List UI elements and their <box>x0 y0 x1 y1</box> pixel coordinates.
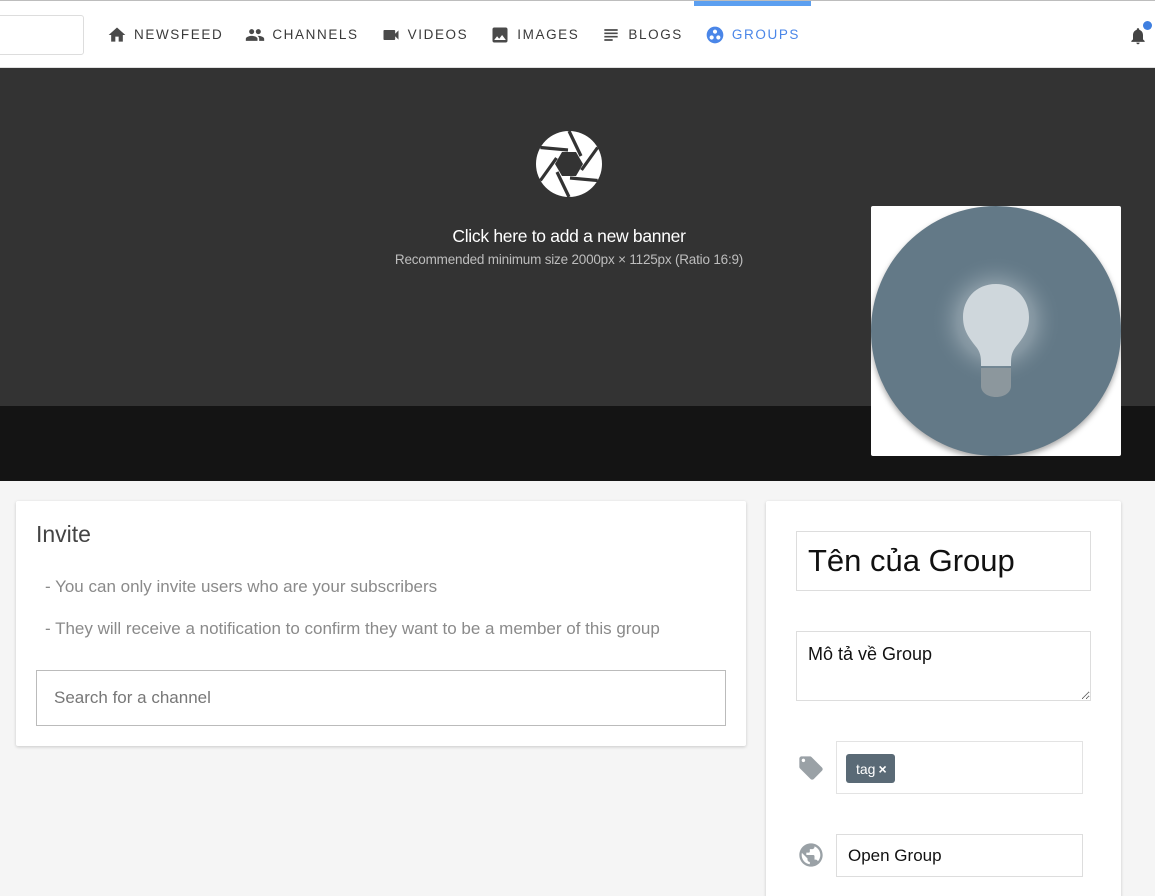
videocam-icon <box>383 29 399 40</box>
nav-item-label: NEWSFEED <box>134 27 224 42</box>
invite-title: Invite <box>36 521 91 547</box>
invite-card: Invite - You can only invite users who a… <box>16 501 746 746</box>
nav-item-newsfeed[interactable]: NEWSFEED <box>96 1 234 68</box>
nav-item-label: BLOGS <box>628 27 683 42</box>
tag-label: tag <box>856 760 876 777</box>
nav-item-label: GROUPS <box>731 27 801 42</box>
tag-chip: tag × <box>846 754 895 783</box>
lightbulb-icon <box>931 256 1061 397</box>
nav-item-label: VIDEOS <box>407 27 469 42</box>
nav-item-videos[interactable]: VIDEOS <box>370 1 480 68</box>
nav-item-label: IMAGES <box>517 27 580 42</box>
group-description-textarea[interactable] <box>796 631 1091 701</box>
lines-icon <box>604 28 619 41</box>
group-info-card: tag × Open Group <box>766 501 1121 896</box>
people-icon <box>246 28 265 41</box>
top-navigation-bar: NEWSFEED CHANNELS VIDEOS IMAGES BLOGS GR… <box>0 0 1155 68</box>
camera-shutter-icon[interactable] <box>535 130 603 198</box>
channel-search-input[interactable] <box>36 670 726 726</box>
group-work-icon <box>706 26 724 43</box>
image-icon <box>492 27 508 42</box>
global-search-input[interactable] <box>0 15 84 55</box>
nav-item-channels[interactable]: CHANNELS <box>234 1 369 68</box>
notification-dot <box>1143 21 1152 30</box>
nav-item-blogs[interactable]: BLOGS <box>590 1 694 68</box>
invite-rule: - You can only invite users who are your… <box>45 577 438 596</box>
group-name-input[interactable] <box>796 531 1091 591</box>
nav-item-label: CHANNELS <box>272 27 359 42</box>
privacy-select[interactable]: Open Group <box>836 834 1083 877</box>
main-nav: NEWSFEED CHANNELS VIDEOS IMAGES BLOGS GR… <box>96 1 812 68</box>
globe-icon <box>797 841 825 869</box>
remove-tag-button[interactable]: × <box>878 761 886 777</box>
tag-icon <box>797 754 825 782</box>
nav-item-images[interactable]: IMAGES <box>479 1 590 68</box>
invite-rule: - They will receive a notification to co… <box>45 619 660 638</box>
home-icon <box>108 27 126 42</box>
group-avatar[interactable] <box>871 206 1121 456</box>
nav-item-groups[interactable]: GROUPS <box>693 1 812 68</box>
tags-input[interactable]: tag × <box>836 741 1083 794</box>
